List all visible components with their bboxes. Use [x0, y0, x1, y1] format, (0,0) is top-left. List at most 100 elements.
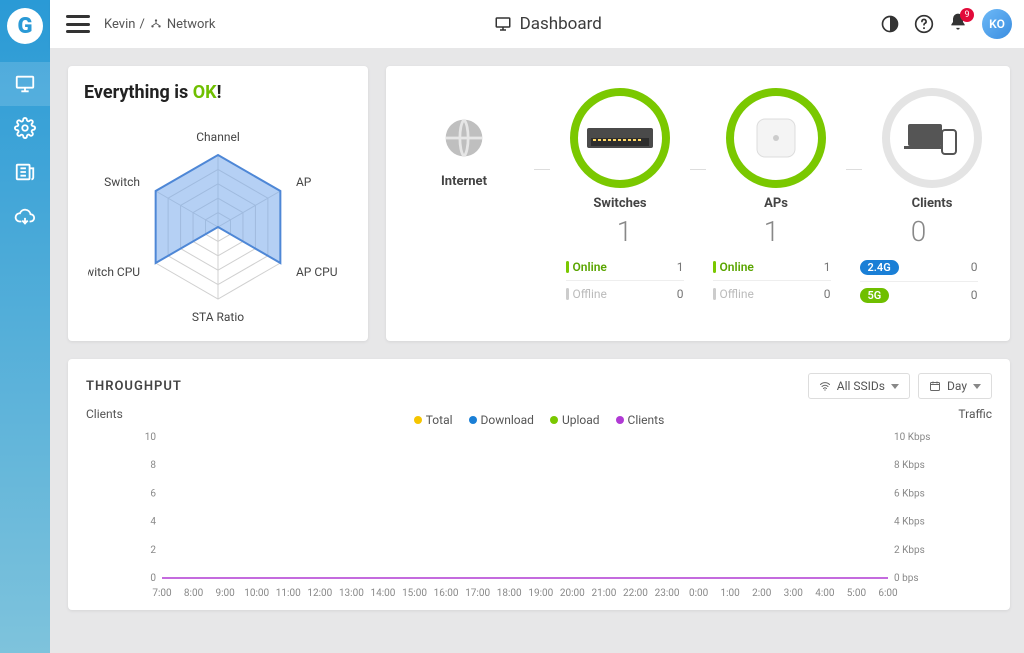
- clients-5g-label: 5G: [860, 288, 890, 303]
- svg-text:2: 2: [150, 545, 156, 556]
- svg-text:13:00: 13:00: [339, 588, 364, 599]
- legend-dot-total: [414, 416, 422, 424]
- topbar-center: Dashboard: [215, 14, 880, 34]
- svg-text:4:00: 4:00: [815, 588, 835, 599]
- switches-online-val: 1: [677, 260, 684, 274]
- topo-connector: [690, 169, 706, 170]
- switch-icon: [585, 120, 655, 156]
- topo-clients[interactable]: Clients: [872, 88, 992, 211]
- breadcrumb-network: Network: [167, 17, 216, 32]
- aps-online-label: Online: [713, 260, 754, 274]
- help-icon[interactable]: [914, 14, 934, 34]
- period-dropdown[interactable]: Day: [918, 373, 992, 399]
- legend-dot-download: [469, 416, 477, 424]
- sidebar-item-reports[interactable]: [0, 150, 50, 194]
- gear-icon: [14, 117, 36, 139]
- network-icon: [149, 17, 163, 31]
- svg-text:15:00: 15:00: [402, 588, 427, 599]
- clients-5g-val: 0: [971, 288, 978, 303]
- devices-icon: [904, 118, 960, 158]
- svg-text:Switch: Switch: [104, 175, 140, 189]
- legend-download: Download: [481, 413, 534, 427]
- status-title: Everything is OK!: [84, 82, 352, 103]
- notification-count: 9: [960, 8, 974, 22]
- svg-text:8: 8: [150, 460, 156, 471]
- switches-count: 1: [560, 215, 690, 248]
- monitor-icon: [14, 73, 36, 95]
- sidebar-item-settings[interactable]: [0, 106, 50, 150]
- svg-text:10: 10: [145, 432, 157, 443]
- monitor-icon: [494, 15, 512, 33]
- clients-stats: 0 2.4G0 5G0: [854, 205, 984, 307]
- svg-text:21:00: 21:00: [591, 588, 616, 599]
- news-icon: [14, 161, 36, 183]
- avatar[interactable]: KO: [982, 9, 1012, 39]
- svg-text:6:00: 6:00: [878, 588, 898, 599]
- svg-text:19:00: 19:00: [528, 588, 553, 599]
- period-dropdown-label: Day: [947, 379, 967, 393]
- svg-text:STA Ratio: STA Ratio: [192, 310, 244, 324]
- svg-text:AP: AP: [296, 175, 312, 189]
- topo-internet-label: Internet: [441, 174, 487, 189]
- topbar-actions: 9 KO: [880, 9, 1012, 39]
- svg-text:3:00: 3:00: [784, 588, 804, 599]
- sidebar-item-dashboard[interactable]: [0, 62, 50, 106]
- svg-text:AP CPU: AP CPU: [296, 265, 338, 279]
- svg-text:2:00: 2:00: [752, 588, 772, 599]
- switches-offline-label: Offline: [566, 287, 607, 301]
- aps-offline-label: Offline: [713, 287, 754, 301]
- breadcrumb-user: Kevin: [104, 17, 135, 32]
- topo-internet: Internet: [404, 110, 524, 189]
- topbar: Kevin / Network Dashboard 9 KO: [50, 0, 1024, 48]
- ssid-dropdown-label: All SSIDs: [837, 379, 885, 393]
- svg-text:14:00: 14:00: [371, 588, 396, 599]
- brand-letter: G: [18, 14, 33, 39]
- status-suffix: !: [217, 82, 222, 103]
- svg-text:5:00: 5:00: [847, 588, 867, 599]
- svg-text:1:00: 1:00: [721, 588, 741, 599]
- content: Everything is OK! Channel AP AP CPU STA Rat…: [50, 48, 1024, 653]
- svg-text:0: 0: [150, 573, 156, 584]
- legend-dot-upload: [550, 416, 558, 424]
- svg-text:6 Kbps: 6 Kbps: [894, 488, 925, 499]
- svg-text:23:00: 23:00: [655, 588, 680, 599]
- svg-text:0 bps: 0 bps: [894, 573, 919, 584]
- ssid-dropdown[interactable]: All SSIDs: [808, 373, 910, 399]
- legend-total: Total: [426, 413, 453, 427]
- status-prefix: Everything is: [84, 82, 193, 103]
- svg-text:22:00: 22:00: [623, 588, 648, 599]
- chevron-down-icon: [973, 384, 981, 389]
- switches-offline-val: 0: [677, 287, 684, 301]
- globe-icon: [442, 116, 486, 160]
- clients-count: 0: [854, 215, 984, 248]
- svg-text:16:00: 16:00: [434, 588, 459, 599]
- aps-online-val: 1: [824, 260, 831, 274]
- hamburger-menu[interactable]: [66, 15, 90, 33]
- contrast-icon[interactable]: [880, 14, 900, 34]
- legend-clients: Clients: [628, 413, 665, 427]
- aps-count: 1: [707, 215, 837, 248]
- topo-connector: [846, 169, 862, 170]
- topo-switches[interactable]: Switches: [560, 88, 680, 211]
- aps-stats: 1 Online1 Offline0: [707, 205, 837, 307]
- topo-aps[interactable]: APs: [716, 88, 836, 211]
- svg-text:Channel: Channel: [196, 130, 239, 144]
- throughput-legend: Total Download Upload Clients: [134, 413, 944, 427]
- switches-stats: 1 Online1 Offline0: [560, 205, 690, 307]
- legend-upload: Upload: [562, 413, 600, 427]
- svg-text:4 Kbps: 4 Kbps: [894, 517, 925, 528]
- notifications-button[interactable]: 9: [948, 12, 968, 36]
- svg-text:10:00: 10:00: [244, 588, 269, 599]
- legend-dot-clients: [616, 416, 624, 424]
- svg-text:10 Kbps: 10 Kbps: [894, 432, 930, 443]
- clients-24g-label: 2.4G: [860, 260, 899, 275]
- svg-text:7:00: 7:00: [152, 588, 172, 599]
- breadcrumb[interactable]: Kevin / Network: [104, 17, 215, 32]
- sidebar-item-cloud[interactable]: [0, 194, 50, 238]
- wifi-icon: [819, 380, 831, 392]
- brand-logo[interactable]: G: [7, 8, 43, 44]
- cloud-sync-icon: [14, 205, 36, 227]
- svg-text:17:00: 17:00: [465, 588, 490, 599]
- svg-text:9:00: 9:00: [215, 588, 235, 599]
- status-card: Everything is OK! Channel AP AP CPU STA Rat…: [68, 66, 368, 341]
